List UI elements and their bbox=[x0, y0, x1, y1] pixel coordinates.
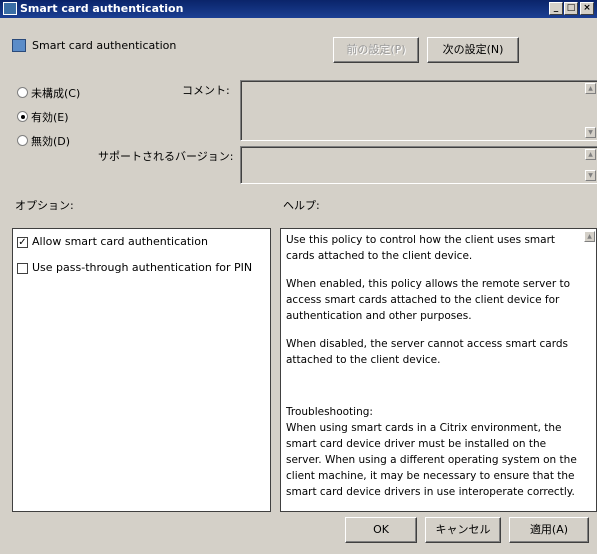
help-paragraph: When using smart cards in a Citrix envir… bbox=[286, 422, 577, 498]
comment-label: コメント: bbox=[182, 84, 230, 97]
help-panel: Use this policy to control how the clien… bbox=[280, 228, 597, 512]
help-paragraph: When disabled, the server cannot access … bbox=[286, 338, 568, 366]
scroll-down-icon[interactable]: ▼ bbox=[585, 127, 596, 138]
title-bar: Smart card authentication _ □ × bbox=[0, 0, 597, 18]
window-title: Smart card authentication bbox=[20, 2, 184, 15]
help-paragraph: Troubleshooting: bbox=[286, 406, 373, 418]
next-setting-button[interactable]: 次の設定(N) bbox=[427, 37, 519, 63]
scroll-up-icon[interactable]: ▲ bbox=[585, 149, 596, 160]
help-paragraph: When enabled, this policy allows the rem… bbox=[286, 278, 571, 322]
scroll-up-icon[interactable]: ▲ bbox=[584, 231, 595, 242]
help-paragraph: Use this policy to control how the clien… bbox=[286, 234, 556, 262]
options-panel: ✓ Allow smart card authentication Use pa… bbox=[12, 228, 271, 512]
scroll-up-icon[interactable]: ▲ bbox=[585, 83, 596, 94]
close-icon[interactable]: × bbox=[580, 2, 594, 15]
options-label: オプション: bbox=[15, 199, 74, 212]
help-text: Use this policy to control how the clien… bbox=[286, 232, 584, 511]
policy-title: Smart card authentication bbox=[32, 39, 177, 52]
cancel-button[interactable]: キャンセル bbox=[425, 517, 501, 543]
prev-setting-button[interactable]: 前の設定(P) bbox=[333, 37, 419, 63]
comment-field[interactable]: ▲ ▼ bbox=[240, 80, 597, 141]
minimize-icon[interactable]: _ bbox=[549, 2, 563, 15]
supported-version-field: ▲ ▼ bbox=[240, 146, 597, 184]
maximize-icon[interactable]: □ bbox=[564, 2, 578, 15]
help-label: ヘルプ: bbox=[283, 199, 320, 212]
ok-button[interactable]: OK bbox=[345, 517, 417, 543]
checkmark-icon: ✓ bbox=[17, 237, 28, 248]
apply-button[interactable]: 適用(A) bbox=[509, 517, 589, 543]
app-icon bbox=[3, 2, 17, 15]
scroll-down-icon[interactable]: ▼ bbox=[585, 170, 596, 181]
help-paragraph bbox=[286, 380, 584, 392]
supported-version-label: サポートされるバージョン: bbox=[98, 150, 234, 163]
policy-icon bbox=[12, 39, 26, 52]
